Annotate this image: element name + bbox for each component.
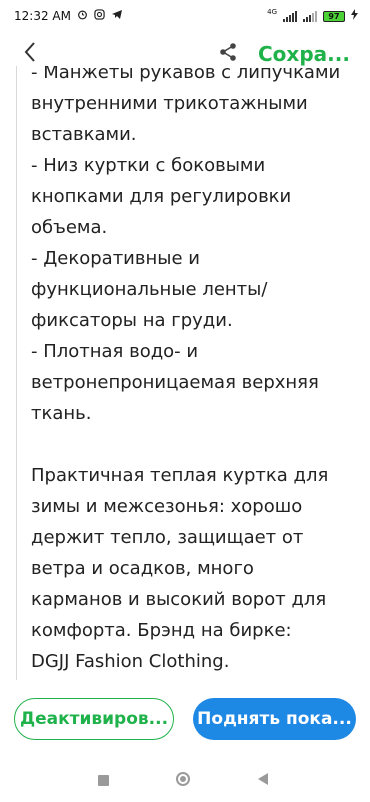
telegram-icon xyxy=(111,9,123,23)
status-bar: 12:32 AM 4G 97 xyxy=(0,0,370,32)
description-panel[interactable]: - Манжеты рукавов с липучками внутренними… xyxy=(16,66,370,680)
description-line: кнопками для регулировки xyxy=(31,186,292,207)
description-line: - Манжеты рукавов с липучками xyxy=(31,66,341,83)
network-label: 4G xyxy=(267,8,277,16)
raise-listing-button[interactable]: Поднять пока... xyxy=(193,698,356,740)
description-line: - Декоративные и xyxy=(31,248,200,269)
alarm-icon xyxy=(77,9,88,23)
description-line: внутренними трикотажными xyxy=(31,93,308,114)
description-line: Практичная теплая куртка для xyxy=(31,465,329,486)
description-text: - Манжеты рукавов с липучками внутренними… xyxy=(31,66,351,677)
status-left: 12:32 AM xyxy=(14,9,123,23)
description-line: фиксаторы на груди. xyxy=(31,310,233,331)
description-line: - Плотная водо- и xyxy=(31,341,199,362)
description-line: комфорта. Брэнд на бирке: xyxy=(31,620,292,641)
description-line: объема. xyxy=(31,217,108,238)
description-line: ветра и осадков, много xyxy=(31,558,254,579)
recent-apps-icon[interactable] xyxy=(98,775,109,786)
status-time: 12:32 AM xyxy=(14,9,71,23)
deactivate-button[interactable]: Деактивиров... xyxy=(14,698,174,740)
save-button[interactable]: Сохра... xyxy=(258,40,350,68)
nav-back-icon[interactable] xyxy=(258,773,268,785)
signal-icon xyxy=(283,10,297,22)
signal-icon-secondary xyxy=(303,10,317,22)
status-right: 4G 97 xyxy=(267,8,358,23)
battery-icon: 97 xyxy=(323,10,345,22)
description-line: ветронепроницаемая верхняя xyxy=(31,372,319,393)
bottom-action-bar: Деактивиров... Поднять пока... xyxy=(0,680,370,764)
back-button[interactable] xyxy=(16,40,44,68)
share-icon xyxy=(218,42,238,66)
description-line: ткань. xyxy=(31,403,92,424)
description-line: DGJJ Fashion Clothing. xyxy=(31,651,230,672)
instagram-icon xyxy=(94,9,105,23)
chevron-left-icon xyxy=(23,41,37,67)
description-line: вставками. xyxy=(31,124,137,145)
share-button[interactable] xyxy=(214,40,242,68)
system-nav-bar xyxy=(0,764,370,802)
description-line: держит тепло, защищает от xyxy=(31,527,304,548)
description-line: карманов и высокий ворот для xyxy=(31,589,327,610)
description-line: зимы и межсезонья: хорошо xyxy=(31,496,303,517)
description-line: функциональные ленты/ xyxy=(31,279,268,300)
charging-icon xyxy=(351,9,358,23)
home-icon[interactable] xyxy=(176,772,190,786)
description-line: - Низ куртки с боковыми xyxy=(31,155,266,176)
